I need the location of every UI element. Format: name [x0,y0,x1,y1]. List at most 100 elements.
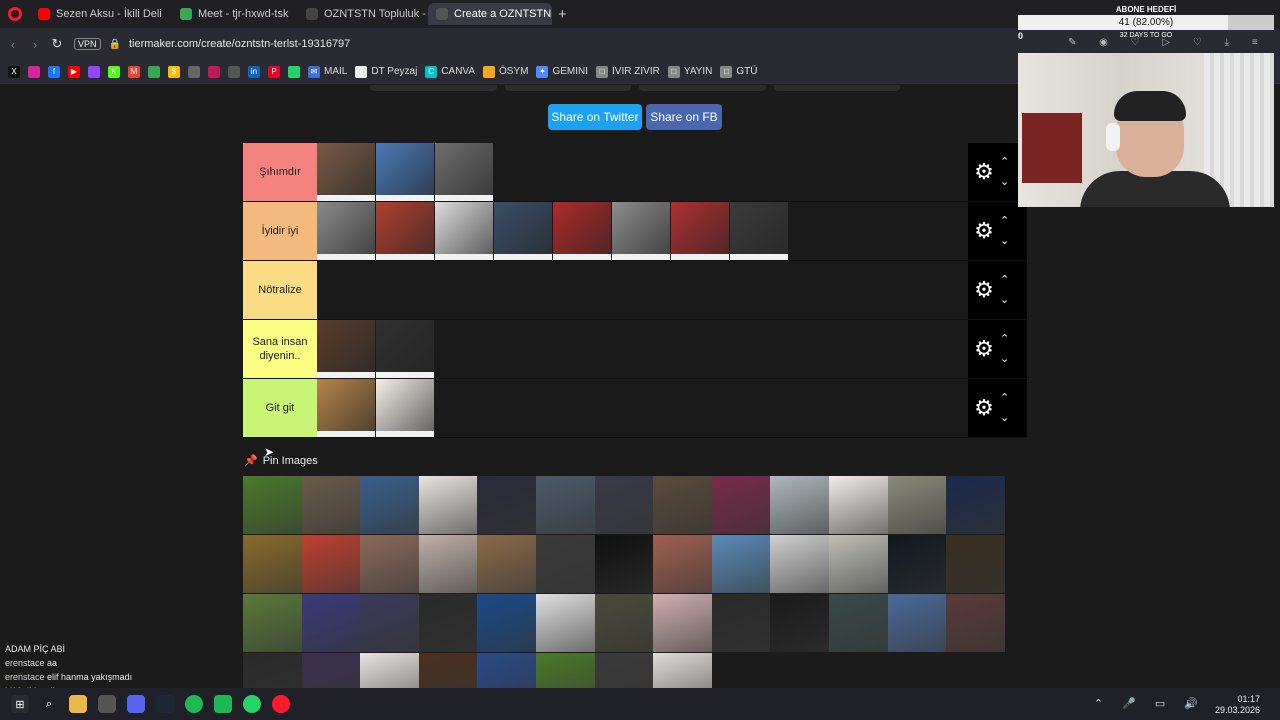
pool-image-tile[interactable] [711,476,771,534]
pool-image-tile[interactable] [301,535,361,593]
browser-tab[interactable]: Sezen Aksu - İkili Deli [30,3,170,25]
tier-image-tile[interactable] [317,320,375,378]
back-icon[interactable]: ‹ [2,37,24,52]
bookmark-item[interactable]: K [108,65,120,78]
tier-image-tile[interactable] [435,202,493,260]
pool-image-tile[interactable] [243,653,302,688]
chevron-up-icon[interactable]: ⌃ [1000,152,1009,172]
pin-images-toggle[interactable]: 📌 Pin Images [244,454,318,468]
bookmark-item[interactable]: ✉ MAIL [308,65,347,78]
tier-image-tile[interactable] [671,202,729,260]
bookmark-item[interactable] [188,65,200,78]
chevron-down-icon[interactable]: ⌄ [1000,231,1009,251]
pool-image-tile[interactable] [653,476,712,534]
pool-image-tile[interactable] [418,535,478,593]
tier-items[interactable] [317,202,968,260]
bookmark-item[interactable]: ✦ GEMINI [536,65,588,78]
bookmark-item[interactable] [28,65,40,78]
chevron-down-icon[interactable]: ⌄ [1000,290,1009,310]
pool-image-tile[interactable] [360,535,419,593]
steam-icon[interactable] [156,695,174,713]
browser-tab[interactable]: Create a OZNTSTN TİERLİ✕ [428,3,552,25]
tier-image-tile[interactable] [494,202,552,260]
bookmark-item[interactable]: P [268,65,280,78]
tier-label[interactable]: İyidir iyi [243,202,317,260]
pool-image-tile[interactable] [360,594,419,652]
bookmark-item[interactable] [288,65,300,78]
chevron-up-icon[interactable]: ⌃ [1000,388,1009,408]
pool-image-tile[interactable] [653,653,712,688]
tier-image-tile[interactable] [553,202,611,260]
tier-items[interactable] [317,379,968,437]
tier-image-tile[interactable] [317,202,375,260]
pool-image-tile[interactable] [535,476,595,534]
pool-image-tile[interactable] [887,535,947,593]
tier-image-tile[interactable] [612,202,670,260]
tier-image-tile[interactable] [730,202,788,260]
bookmark-item[interactable] [208,65,220,78]
pool-image-tile[interactable] [711,535,771,593]
tier-items[interactable] [317,143,968,201]
pool-image-tile[interactable] [887,476,947,534]
pool-image-tile[interactable] [477,535,536,593]
pool-image-tile[interactable] [653,535,712,593]
bookmark-item[interactable]: □ YAYIN [667,65,712,78]
pool-image-tile[interactable] [946,535,1005,593]
pool-image-tile[interactable] [770,594,829,652]
bookmark-item[interactable]: M [128,65,140,78]
gear-icon[interactable]: ⚙ [970,277,998,303]
tier-items[interactable] [317,261,968,319]
pool-image-tile[interactable] [946,476,1005,534]
taskbar-clock[interactable]: 01:17 29.03.2026 [1215,694,1260,716]
tier-label[interactable]: Git git [243,379,317,437]
vpn-badge[interactable]: VPN [74,38,101,50]
pool-image-tile[interactable] [360,476,419,534]
pool-image-tile[interactable] [535,653,595,688]
reload-icon[interactable]: ↻ [46,36,68,52]
browser-tab[interactable]: OZNTSTN Topluluk - Tier L [298,3,426,25]
pool-image-tile[interactable] [535,594,595,652]
bookmark-item[interactable]: □ IVIR ZIVIR [596,65,660,78]
bookmark-item[interactable]: ▶ [68,65,80,78]
file-explorer-icon[interactable] [69,695,87,713]
chevron-up-icon[interactable]: ⌃ [1000,211,1009,231]
search-icon[interactable]: ⌕ [40,695,58,713]
app-icon[interactable] [214,695,232,713]
chevron-down-icon[interactable]: ⌄ [1000,408,1009,428]
chevron-down-icon[interactable]: ⌄ [1000,172,1009,192]
pool-image-tile[interactable] [477,594,536,652]
tier-items[interactable] [317,320,968,378]
system-tray-icons[interactable]: ⌃ 🎤 ▭ 🔊 [1094,697,1206,710]
tier-image-tile[interactable] [317,379,375,437]
pool-image-tile[interactable] [828,476,888,534]
lock-icon[interactable]: 🔒 [109,39,121,50]
start-icon[interactable]: ⊞ [11,695,29,713]
share-fb-button[interactable]: Share on FB [646,104,722,130]
pool-image-tile[interactable] [418,594,478,652]
pool-image-tile[interactable] [770,535,829,593]
pool-image-tile[interactable] [594,476,654,534]
forward-icon[interactable]: › [24,37,46,52]
bookmark-item[interactable]: DT Peyzaj [355,65,417,78]
pool-image-tile[interactable] [946,594,1005,652]
gear-icon[interactable]: ⚙ [970,159,998,185]
tier-image-tile[interactable] [376,143,434,201]
pool-image-tile[interactable] [887,594,947,652]
opera-taskbar-icon[interactable] [272,695,290,713]
new-tab-icon[interactable]: + [558,6,567,23]
pool-image-tile[interactable] [828,535,888,593]
tier-image-tile[interactable] [376,379,434,437]
gear-icon[interactable]: ⚙ [970,336,998,362]
pool-image-tile[interactable] [711,594,771,652]
pool-image-tile[interactable] [477,476,536,534]
task-view-icon[interactable] [98,695,116,713]
bookmark-item[interactable]: in [248,65,260,78]
tier-label[interactable]: Şıhımdır [243,143,317,201]
url-field[interactable]: tiermaker.com/create/ozntstn-terlst-1931… [129,38,350,50]
tier-image-tile[interactable] [317,143,375,201]
bookmark-item[interactable]: X [8,65,20,78]
spotify-icon[interactable] [185,695,203,713]
pool-image-tile[interactable] [360,653,419,688]
pool-image-tile[interactable] [301,653,361,688]
pool-image-tile[interactable] [243,594,302,652]
